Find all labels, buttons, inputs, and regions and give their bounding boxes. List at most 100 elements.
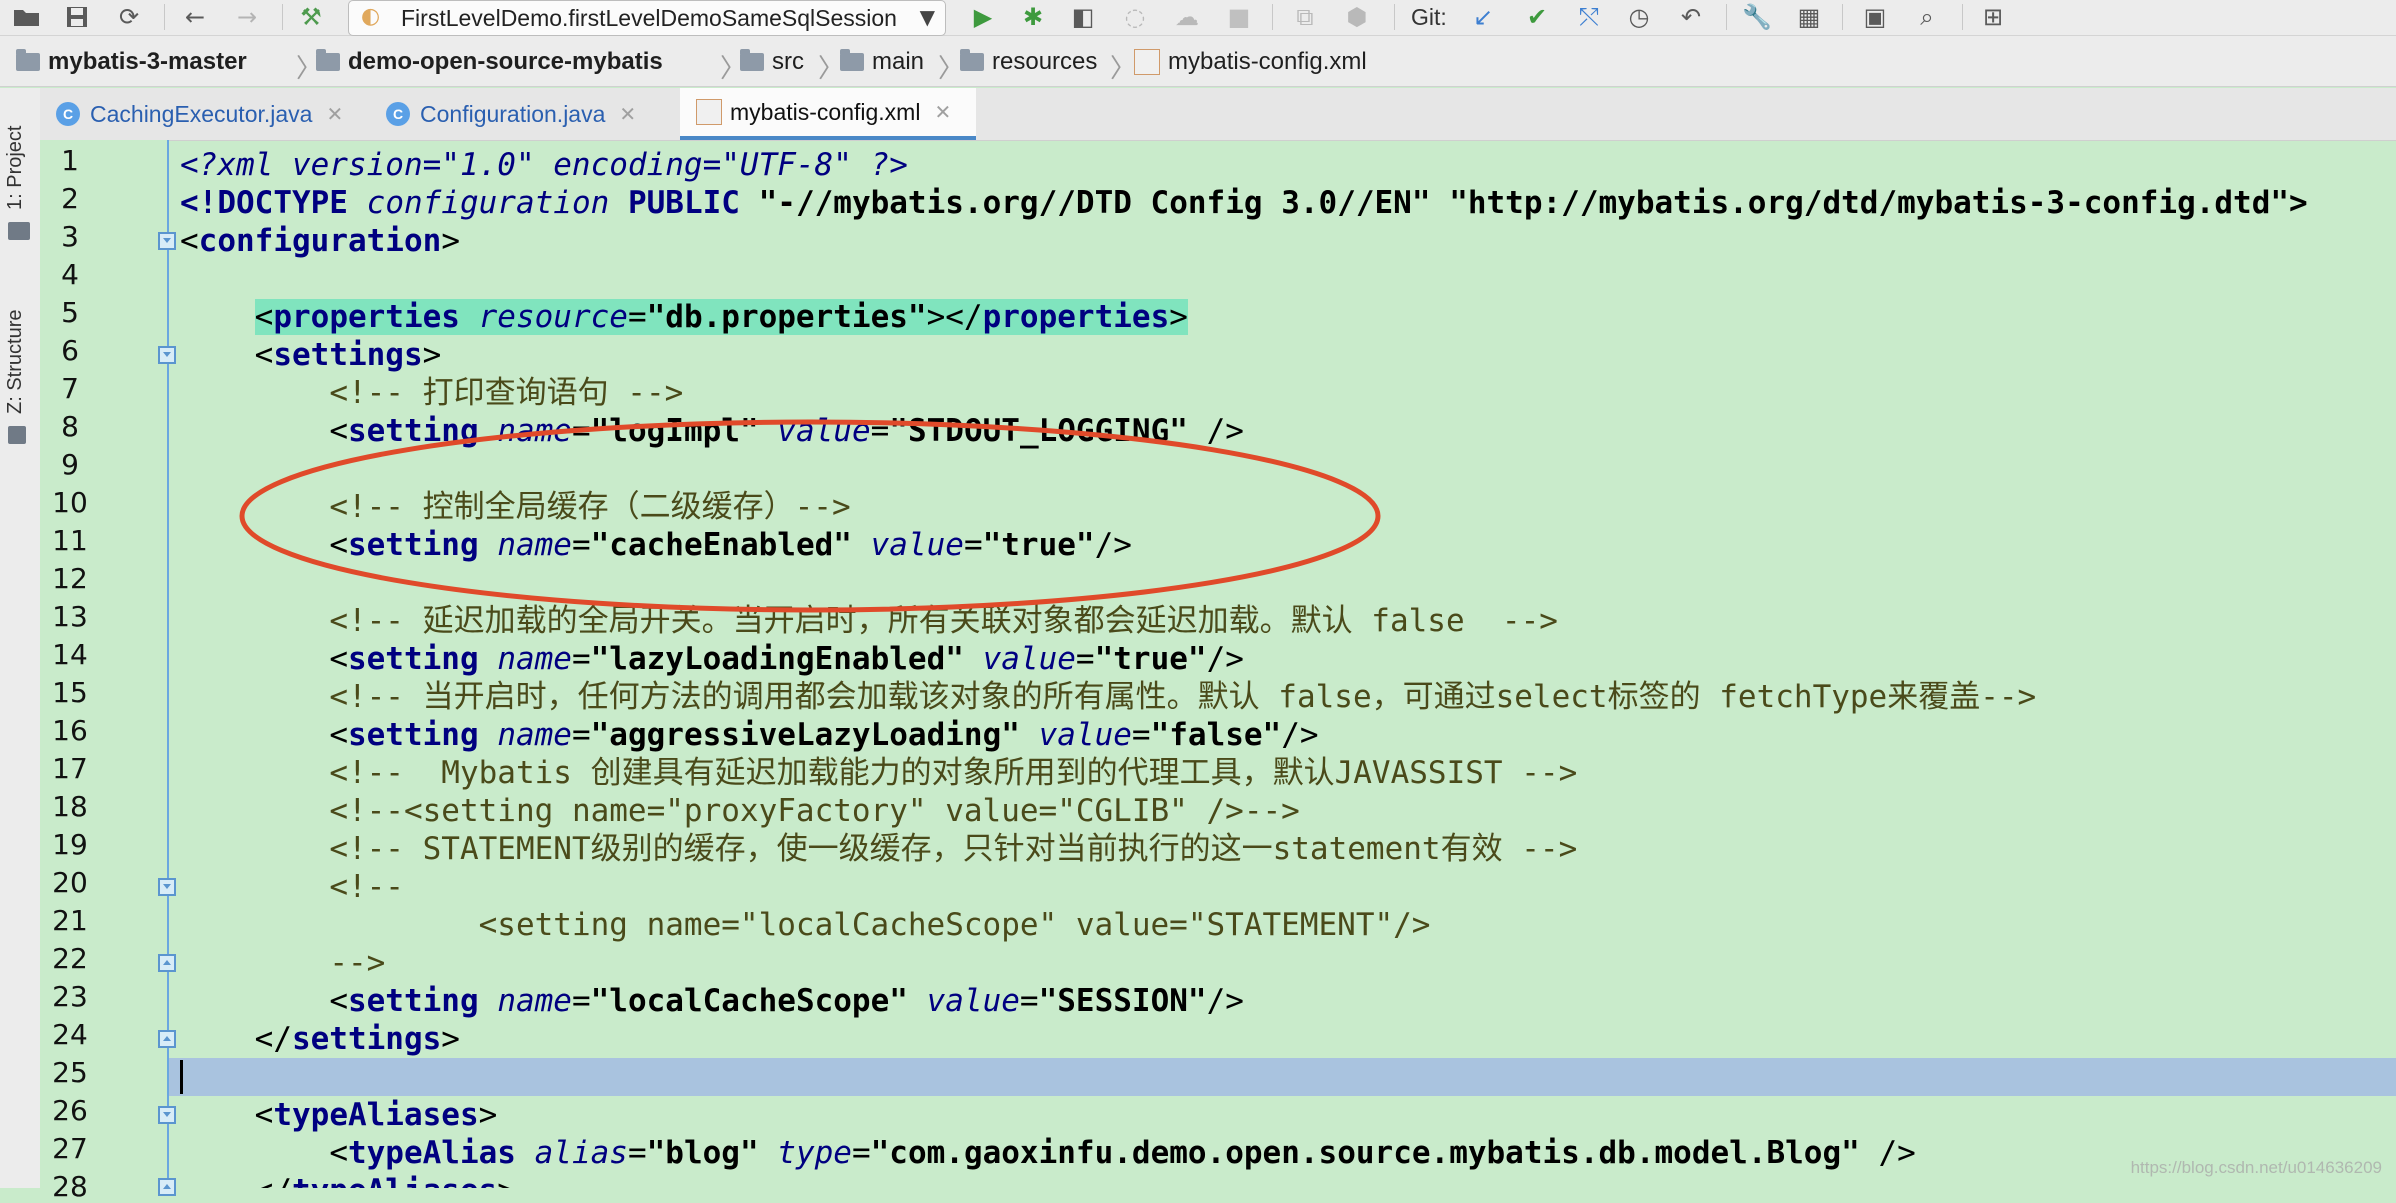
line-number: 9 [61,448,79,481]
toolbar-separator [1842,4,1843,30]
line-number: 11 [52,524,88,557]
attr-value: "false" [1150,717,1282,753]
code-line-7: <!-- 打印查询语句 --> [180,374,683,412]
code-line-2: <!DOCTYPE configuration PUBLIC "-//mybat… [180,184,2308,222]
code-line-28: </typeAliases> [180,1172,516,1188]
tag-setting: setting [347,641,479,677]
settings-icon[interactable]: 🔧 [1742,2,1772,32]
folder-icon [840,49,864,71]
terminal-icon[interactable]: ▣ [1860,2,1890,32]
vcs-commit-icon[interactable]: ✔ [1522,2,1552,32]
fold-settings-icon[interactable] [158,346,176,364]
coverage-icon[interactable]: ◧ [1068,2,1098,32]
run-configuration-selector[interactable]: ◐ FirstLevelDemo.firstLevelDemoSameSqlSe… [348,0,946,36]
attr-value-key: value [1038,717,1132,753]
project-structure-icon[interactable]: ▦ [1794,2,1824,32]
code-line-19: <!-- STATEMENT级别的缓存，使一级缓存，只针对当前执行的这一stat… [180,830,1577,868]
run-config-icon: ◐ [361,4,381,29]
close-icon[interactable]: ✕ [619,102,636,127]
open-icon[interactable] [12,2,42,32]
fold-comment-open-icon[interactable] [158,878,176,896]
breadcrumb-item-file[interactable]: mybatis-config.xml [1134,48,1367,76]
comment: <!-- [329,869,404,905]
line-number: 2 [61,182,79,215]
vcs-merge-icon[interactable]: ⤲ [1574,2,1604,32]
line-number: 21 [52,904,88,937]
editor-tab-bar: C CachingExecutor.java ✕ C Configuration… [40,88,2396,141]
tool-window-strip: 1: Project Z: Structure [0,88,41,1188]
sync-icon[interactable]: ⟳ [114,2,144,32]
debug-icon[interactable]: ✱ [1018,2,1048,32]
breadcrumb-item-main[interactable]: main [840,48,924,76]
breadcrumb-item-src[interactable]: src [740,48,804,76]
save-icon[interactable] [62,2,92,32]
fold-typealiases-icon[interactable] [158,1106,176,1124]
folder-icon [960,49,984,71]
doctype-fpi: "-//mybatis.org//DTD Config 3.0//EN" [758,185,1431,221]
fold-typealiases-close-icon[interactable] [158,1178,176,1196]
attr-value: "localCacheScope" [590,983,908,1019]
line-number: 12 [52,562,88,595]
history-icon[interactable]: ◷ [1624,2,1654,32]
tab-mybatis-config[interactable]: mybatis-config.xml ✕ [680,88,976,140]
line-number: 4 [61,258,79,291]
revert-icon[interactable]: ↶ [1676,2,1706,32]
fold-comment-close-icon[interactable] [158,954,176,972]
tab-configuration[interactable]: C Configuration.java ✕ [386,88,696,140]
layout-icon[interactable]: ⧉ [1290,2,1320,32]
line-number: 6 [61,334,79,367]
attr-value: "true" [1094,641,1207,677]
forward-icon[interactable]: → [232,2,262,32]
java-class-icon: C [386,102,410,126]
attr-value: "db.properties" [646,299,927,335]
cube-icon[interactable]: ⬢ [1342,2,1372,32]
tag-properties: properties [273,299,460,335]
breadcrumb-label: src [772,48,804,75]
vcs-update-icon[interactable]: ↙ [1468,2,1498,32]
xml-declaration: <?xml version="1.0" encoding="UTF-8" ?> [180,147,908,183]
sdk-icon[interactable]: ⊞ [1978,2,2008,32]
line-number: 3 [61,220,79,253]
breadcrumb-item-project[interactable]: mybatis-3-master [16,48,247,76]
annotation-ellipse [239,419,1381,613]
project-tool-button[interactable]: 1: Project [4,126,27,210]
xml-file-icon [1134,49,1160,75]
watermark: https://blog.csdn.net/u014636209 [2130,1158,2382,1177]
comment: <!-- 当开启时，任何方法的调用都会加载该对象的所有属性。默认 false，可… [329,679,2037,715]
fold-settings-close-icon[interactable] [158,1030,176,1048]
tab-caching-executor[interactable]: C CachingExecutor.java ✕ [56,88,376,140]
attach-icon[interactable]: ☁ [1172,2,1202,32]
profile-icon[interactable]: ◌ [1120,2,1150,32]
attr-type: type [777,1135,852,1171]
tab-label: Configuration.java [420,100,606,127]
folder-icon [16,49,40,71]
code-line-14: <setting name="lazyLoadingEnabled" value… [329,641,1244,677]
back-icon[interactable]: ← [180,2,210,32]
toolbar-separator [1272,4,1273,30]
doctype-url: "http://mybatis.org/dtd/mybatis-3-config… [1449,185,2308,221]
comment: <!-- STATEMENT级别的缓存，使一级缓存，只针对当前执行的这一stat… [329,831,1578,867]
breadcrumb-item-resources[interactable]: resources [960,48,1097,76]
structure-tool-button[interactable]: Z: Structure [4,310,27,414]
attr-name: name [497,641,572,677]
line-number: 10 [52,486,88,519]
tag-configuration: configuration [198,223,442,259]
search-icon[interactable]: ⌕ [1912,2,1942,32]
breadcrumb-item-module[interactable]: demo-open-source-mybatis [316,48,663,76]
tab-label: mybatis-config.xml [730,98,921,125]
close-icon[interactable]: ✕ [326,102,343,127]
code-line-16: <setting name="aggressiveLazyLoading" va… [329,717,1319,753]
breadcrumb-label: main [872,48,925,75]
code-editor[interactable]: <?xml version="1.0" encoding="UTF-8" ?> … [180,140,2396,1188]
code-line-23: <setting name="localCacheScope" value="S… [329,983,1244,1019]
line-number: 15 [52,676,88,709]
attr-name: name [497,717,572,753]
attr-value: "aggressiveLazyLoading" [590,717,1020,753]
close-icon[interactable]: ✕ [934,100,951,125]
fold-configuration-icon[interactable] [158,232,176,250]
run-icon[interactable]: ▶ [968,2,998,32]
stop-icon[interactable]: ■ [1224,2,1254,32]
toolbar-separator [1726,4,1727,30]
build-icon[interactable]: ⚒ [296,2,326,32]
main-toolbar: ⟳ ← → ⚒ ◐ FirstLevelDemo.firstLevelDemoS… [0,0,2396,36]
